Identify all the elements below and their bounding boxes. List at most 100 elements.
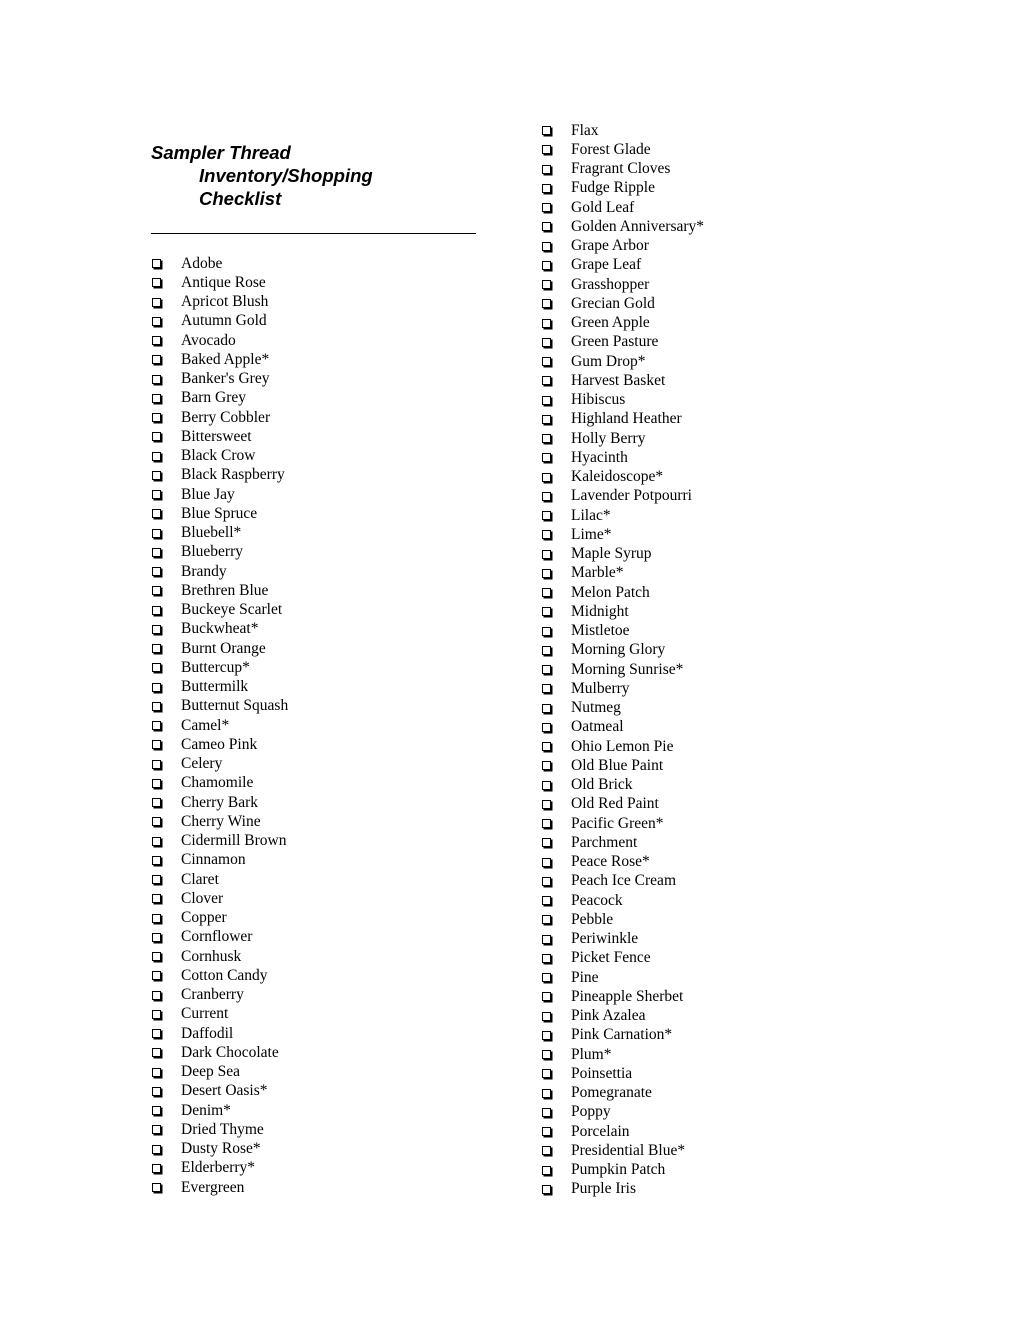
- checkbox-icon[interactable]: [152, 798, 161, 808]
- checkbox-icon[interactable]: [542, 434, 551, 444]
- checkbox-icon[interactable]: [152, 836, 161, 846]
- checkbox-icon[interactable]: [152, 259, 161, 269]
- checkbox-icon[interactable]: [542, 126, 551, 136]
- checkbox-icon[interactable]: [152, 1086, 161, 1096]
- checkbox-icon[interactable]: [152, 605, 161, 615]
- checkbox-icon[interactable]: [152, 932, 161, 942]
- checkbox-icon[interactable]: [152, 1183, 161, 1193]
- checkbox-icon[interactable]: [542, 838, 551, 848]
- checkbox-icon[interactable]: [542, 260, 551, 270]
- checkbox-icon[interactable]: [152, 374, 161, 384]
- checkbox-icon[interactable]: [542, 299, 551, 309]
- checkbox-icon[interactable]: [152, 952, 161, 962]
- checkbox-icon[interactable]: [152, 490, 161, 500]
- checkbox-icon[interactable]: [542, 857, 551, 867]
- checkbox-icon[interactable]: [152, 451, 161, 461]
- checkbox-icon[interactable]: [152, 1048, 161, 1058]
- checkbox-icon[interactable]: [542, 491, 551, 501]
- checkbox-icon[interactable]: [542, 337, 551, 347]
- checkbox-icon[interactable]: [542, 876, 551, 886]
- checkbox-icon[interactable]: [152, 470, 161, 480]
- checkbox-icon[interactable]: [542, 992, 551, 1002]
- checkbox-icon[interactable]: [152, 413, 161, 423]
- checkbox-icon[interactable]: [542, 780, 551, 790]
- checkbox-icon[interactable]: [152, 316, 161, 326]
- checkbox-icon[interactable]: [542, 722, 551, 732]
- checkbox-icon[interactable]: [152, 547, 161, 557]
- checkbox-icon[interactable]: [542, 742, 551, 752]
- checkbox-icon[interactable]: [542, 453, 551, 463]
- checkbox-icon[interactable]: [542, 665, 551, 675]
- checkbox-icon[interactable]: [542, 318, 551, 328]
- checkbox-icon[interactable]: [542, 645, 551, 655]
- checkbox-icon[interactable]: [152, 586, 161, 596]
- checkbox-icon[interactable]: [152, 297, 161, 307]
- checkbox-icon[interactable]: [152, 278, 161, 288]
- checkbox-icon[interactable]: [152, 1029, 161, 1039]
- checkbox-icon[interactable]: [542, 896, 551, 906]
- checkbox-icon[interactable]: [542, 1088, 551, 1098]
- checkbox-icon[interactable]: [152, 432, 161, 442]
- checkbox-icon[interactable]: [542, 1146, 551, 1156]
- checkbox-icon[interactable]: [542, 1069, 551, 1079]
- checkbox-icon[interactable]: [152, 682, 161, 692]
- checkbox-icon[interactable]: [152, 1144, 161, 1154]
- checkbox-icon[interactable]: [542, 1011, 551, 1021]
- checkbox-icon[interactable]: [152, 663, 161, 673]
- checkbox-icon[interactable]: [542, 511, 551, 521]
- checkbox-icon[interactable]: [542, 183, 551, 193]
- checkbox-icon[interactable]: [152, 894, 161, 904]
- checkbox-icon[interactable]: [542, 222, 551, 232]
- checkbox-icon[interactable]: [542, 684, 551, 694]
- checkbox-icon[interactable]: [152, 971, 161, 981]
- checkbox-icon[interactable]: [542, 414, 551, 424]
- checkbox-icon[interactable]: [152, 355, 161, 365]
- checkbox-icon[interactable]: [542, 934, 551, 944]
- checkbox-icon[interactable]: [152, 1125, 161, 1135]
- checkbox-icon[interactable]: [542, 1107, 551, 1117]
- checkbox-icon[interactable]: [152, 913, 161, 923]
- checkbox-icon[interactable]: [152, 1106, 161, 1116]
- checkbox-icon[interactable]: [542, 1030, 551, 1040]
- checkbox-icon[interactable]: [152, 1067, 161, 1077]
- checkbox-icon[interactable]: [542, 626, 551, 636]
- checkbox-icon[interactable]: [152, 778, 161, 788]
- checkbox-icon[interactable]: [542, 973, 551, 983]
- checkbox-icon[interactable]: [542, 357, 551, 367]
- checkbox-icon[interactable]: [152, 817, 161, 827]
- checkbox-icon[interactable]: [542, 761, 551, 771]
- checkbox-icon[interactable]: [152, 509, 161, 519]
- checkbox-icon[interactable]: [542, 472, 551, 482]
- checkbox-icon[interactable]: [152, 624, 161, 634]
- checkbox-icon[interactable]: [152, 1009, 161, 1019]
- checkbox-icon[interactable]: [152, 1163, 161, 1173]
- checkbox-icon[interactable]: [152, 567, 161, 577]
- checkbox-icon[interactable]: [542, 819, 551, 829]
- checkbox-icon[interactable]: [542, 703, 551, 713]
- checkbox-icon[interactable]: [542, 530, 551, 540]
- checkbox-icon[interactable]: [542, 203, 551, 213]
- checkbox-icon[interactable]: [542, 915, 551, 925]
- checkbox-icon[interactable]: [152, 336, 161, 346]
- checkbox-icon[interactable]: [152, 644, 161, 654]
- checkbox-icon[interactable]: [542, 280, 551, 290]
- checkbox-icon[interactable]: [152, 855, 161, 865]
- checkbox-icon[interactable]: [542, 395, 551, 405]
- checkbox-icon[interactable]: [542, 376, 551, 386]
- checkbox-icon[interactable]: [152, 721, 161, 731]
- checkbox-icon[interactable]: [542, 241, 551, 251]
- checkbox-icon[interactable]: [542, 1050, 551, 1060]
- checkbox-icon[interactable]: [152, 528, 161, 538]
- checkbox-icon[interactable]: [542, 588, 551, 598]
- checkbox-icon[interactable]: [152, 875, 161, 885]
- checkbox-icon[interactable]: [542, 145, 551, 155]
- checkbox-icon[interactable]: [542, 799, 551, 809]
- checkbox-icon[interactable]: [152, 740, 161, 750]
- checkbox-icon[interactable]: [542, 1184, 551, 1194]
- checkbox-icon[interactable]: [542, 164, 551, 174]
- checkbox-icon[interactable]: [152, 990, 161, 1000]
- checkbox-icon[interactable]: [542, 549, 551, 559]
- checkbox-icon[interactable]: [542, 1165, 551, 1175]
- checkbox-icon[interactable]: [542, 568, 551, 578]
- checkbox-icon[interactable]: [542, 1127, 551, 1137]
